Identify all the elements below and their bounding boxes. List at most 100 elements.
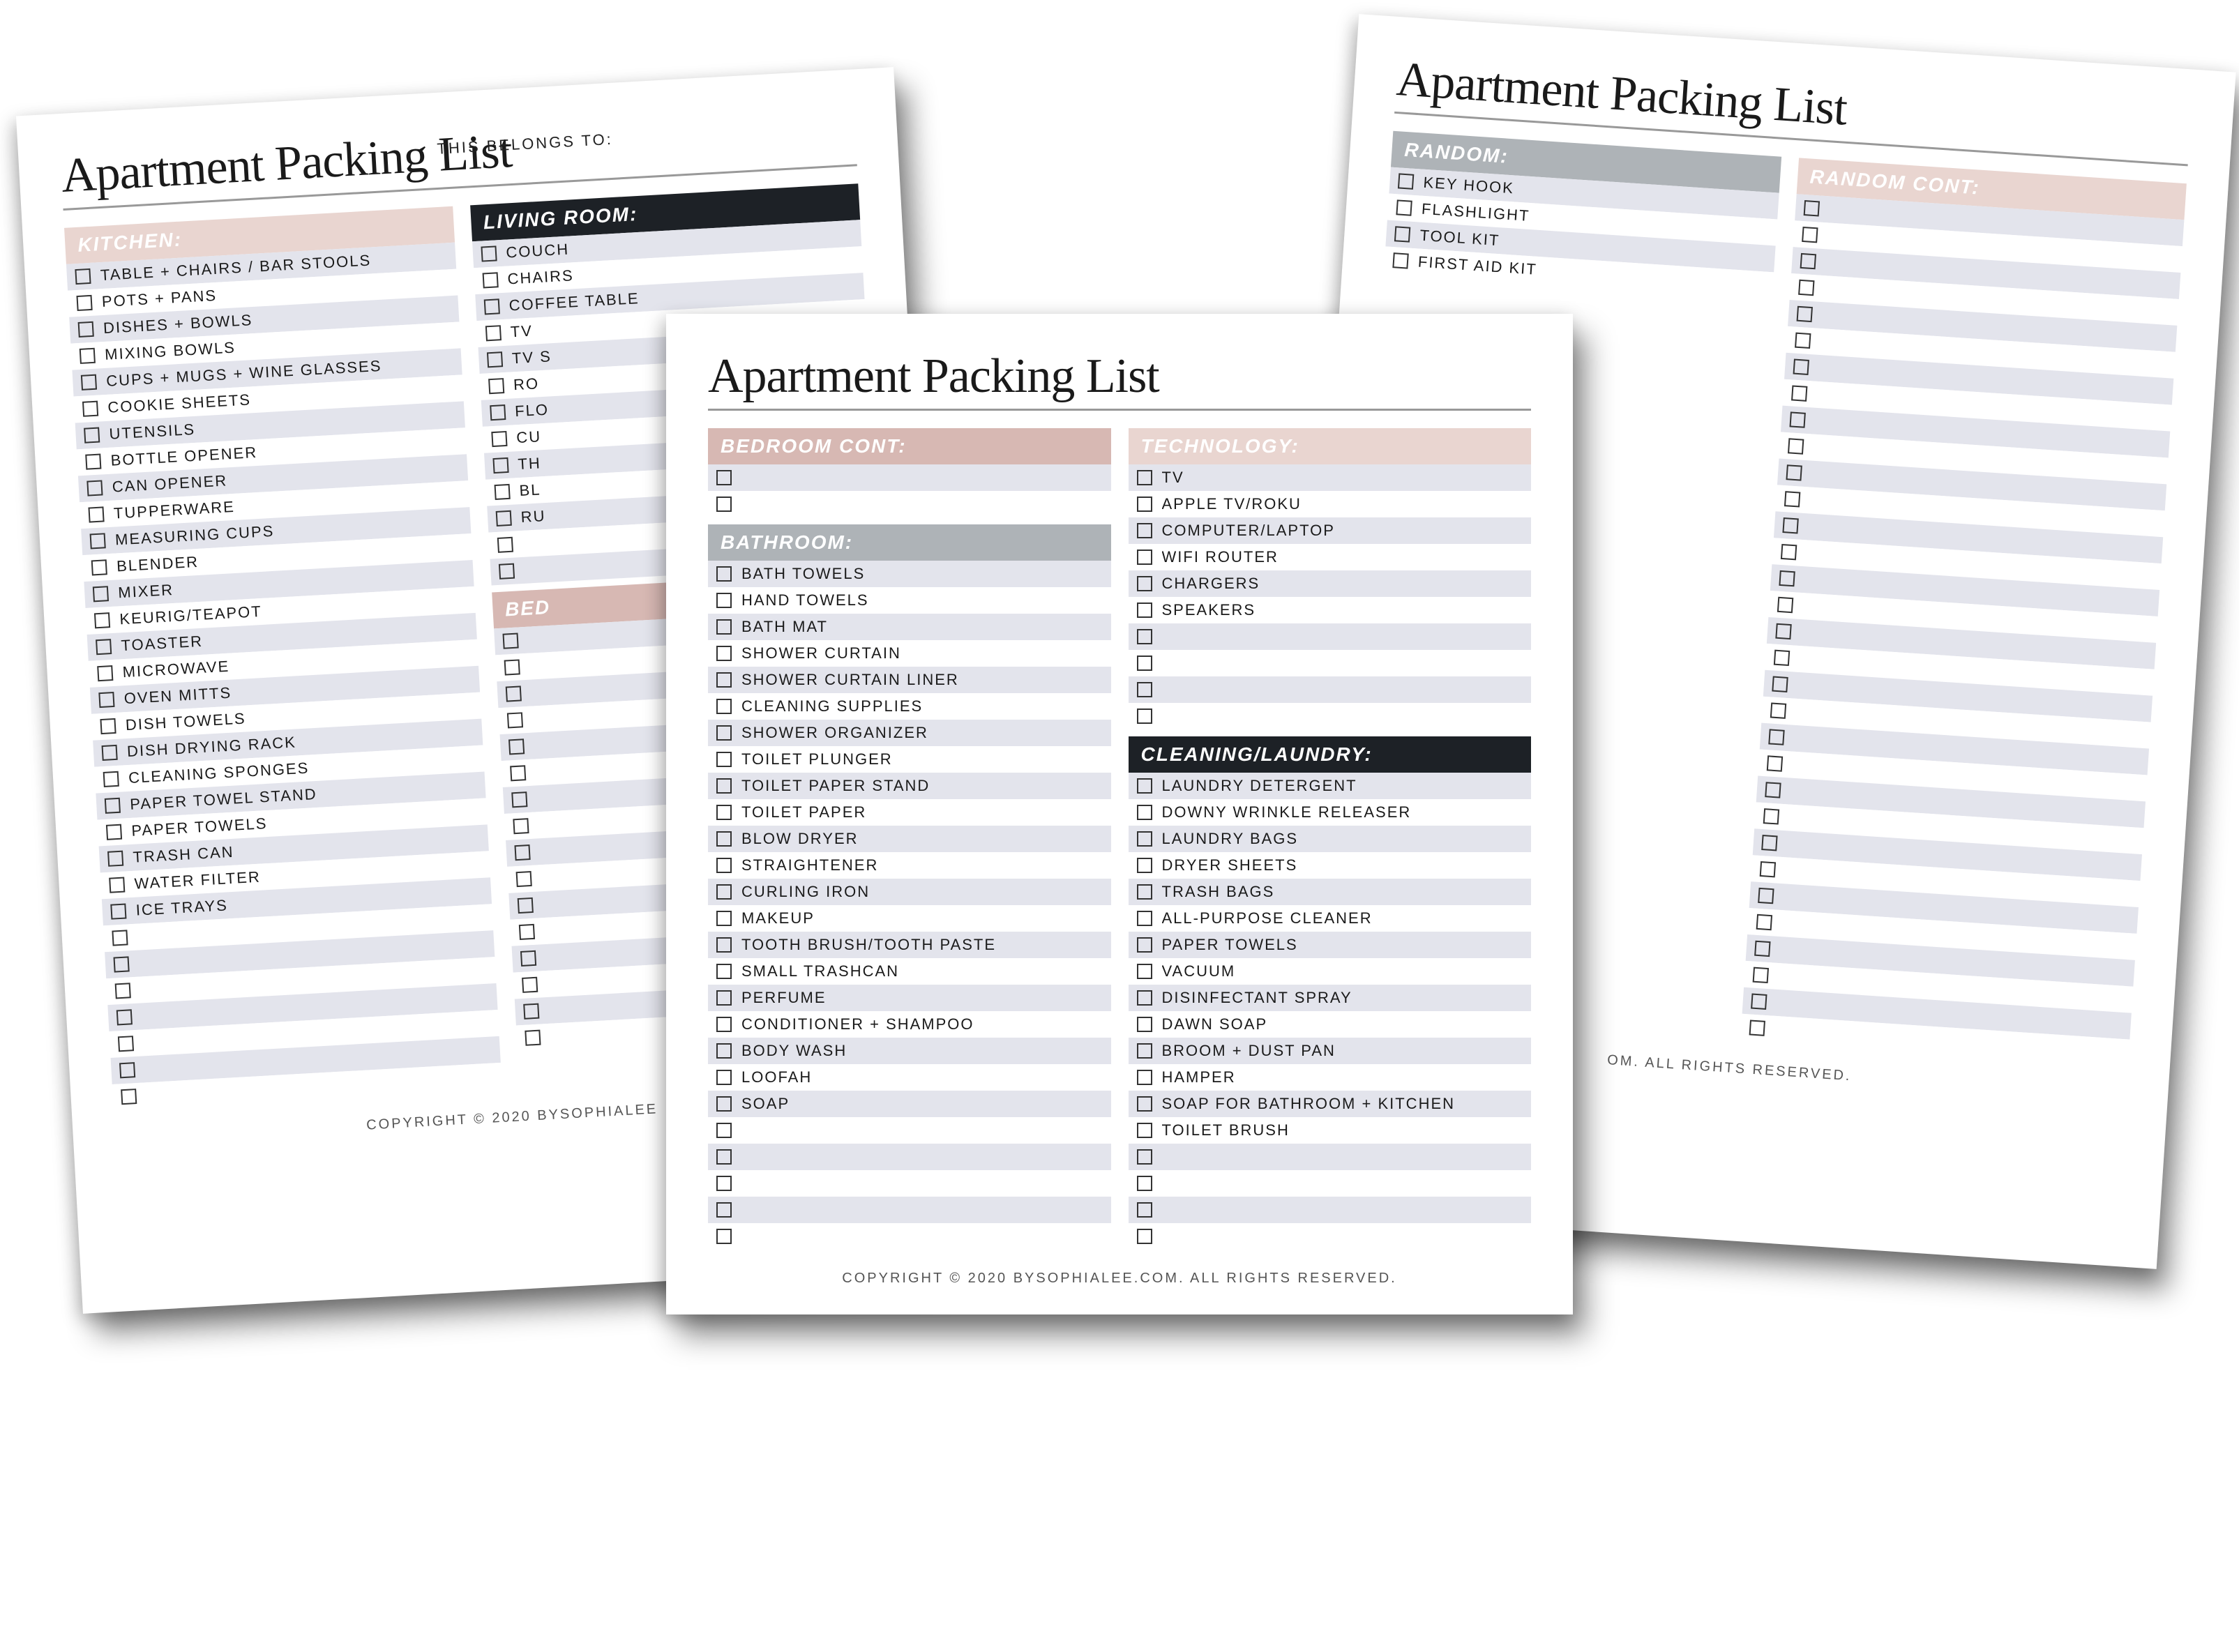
checkbox[interactable] [1137, 1043, 1152, 1059]
checkbox[interactable] [1780, 544, 1796, 560]
checkbox[interactable] [505, 685, 521, 702]
checkbox[interactable] [1137, 1070, 1152, 1085]
checkbox[interactable] [1137, 470, 1152, 485]
checkbox[interactable] [1758, 888, 1774, 904]
checkbox[interactable] [88, 506, 104, 522]
checkbox[interactable] [76, 295, 92, 311]
checkbox[interactable] [119, 1062, 135, 1078]
checkbox[interactable] [525, 1030, 541, 1046]
checkbox[interactable] [1137, 858, 1152, 873]
checkbox[interactable] [1392, 252, 1408, 268]
checkbox[interactable] [1787, 438, 1803, 454]
checkbox[interactable] [1137, 884, 1152, 900]
checkbox[interactable] [1137, 603, 1152, 618]
checkbox[interactable] [716, 725, 732, 741]
checkbox[interactable] [498, 563, 514, 579]
checkbox[interactable] [1800, 253, 1816, 269]
checkbox[interactable] [716, 470, 732, 485]
checkbox[interactable] [716, 497, 732, 512]
checkbox[interactable] [716, 1123, 732, 1138]
checkbox[interactable] [716, 1202, 732, 1218]
checkbox[interactable] [106, 824, 122, 840]
checkbox[interactable] [716, 646, 732, 661]
checkbox[interactable] [488, 378, 504, 394]
checkbox[interactable] [1137, 629, 1152, 644]
checkbox[interactable] [1802, 227, 1818, 243]
checkbox[interactable] [1777, 597, 1793, 613]
checkbox[interactable] [1798, 280, 1814, 296]
checkbox[interactable] [1779, 570, 1795, 586]
checkbox[interactable] [716, 911, 732, 926]
checkbox[interactable] [1791, 385, 1807, 401]
checkbox[interactable] [716, 937, 732, 953]
checkbox[interactable] [1137, 1202, 1152, 1218]
checkbox[interactable] [102, 745, 118, 761]
checkbox[interactable] [1137, 964, 1152, 979]
checkbox[interactable] [518, 924, 534, 940]
checkbox[interactable] [1759, 861, 1775, 877]
checkbox[interactable] [481, 245, 497, 262]
checkbox[interactable] [80, 348, 96, 364]
checkbox[interactable] [483, 298, 499, 315]
checkbox[interactable] [1751, 994, 1767, 1010]
checkbox[interactable] [1394, 226, 1410, 242]
checkbox[interactable] [520, 950, 536, 967]
checkbox[interactable] [1137, 576, 1152, 591]
checkbox[interactable] [513, 818, 529, 834]
checkbox[interactable] [716, 566, 732, 582]
checkbox[interactable] [1796, 306, 1812, 322]
checkbox[interactable] [482, 272, 498, 288]
checkbox[interactable] [490, 404, 506, 420]
checkbox[interactable] [716, 858, 732, 873]
checkbox[interactable] [91, 559, 107, 575]
checkbox[interactable] [1765, 782, 1781, 798]
checkbox[interactable] [716, 1176, 732, 1191]
checkbox[interactable] [1137, 911, 1152, 926]
checkbox[interactable] [121, 1089, 137, 1105]
checkbox[interactable] [75, 268, 91, 285]
checkbox[interactable] [1137, 656, 1152, 671]
checkbox[interactable] [97, 665, 113, 681]
checkbox[interactable] [1398, 173, 1414, 189]
checkbox[interactable] [1396, 199, 1412, 215]
checkbox[interactable] [716, 1043, 732, 1059]
checkbox[interactable] [508, 738, 524, 755]
checkbox[interactable] [486, 351, 502, 367]
checkbox[interactable] [1137, 523, 1152, 538]
checkbox[interactable] [716, 778, 732, 794]
checkbox[interactable] [1754, 941, 1770, 957]
checkbox[interactable] [514, 844, 530, 861]
checkbox[interactable] [497, 537, 513, 553]
checkbox[interactable] [100, 718, 116, 734]
checkbox[interactable] [1789, 411, 1805, 427]
checkbox[interactable] [511, 791, 527, 808]
checkbox[interactable] [510, 765, 526, 781]
checkbox[interactable] [716, 699, 732, 714]
checkbox[interactable] [96, 639, 112, 655]
checkbox[interactable] [1773, 650, 1789, 666]
checkbox[interactable] [716, 990, 732, 1006]
checkbox[interactable] [1137, 937, 1152, 953]
checkbox[interactable] [1137, 1229, 1152, 1244]
checkbox[interactable] [716, 752, 732, 767]
checkbox[interactable] [506, 712, 522, 728]
checkbox[interactable] [1752, 967, 1768, 983]
checkbox[interactable] [107, 851, 123, 867]
checkbox[interactable] [495, 510, 511, 526]
checkbox[interactable] [716, 884, 732, 900]
checkbox[interactable] [82, 401, 98, 417]
checkbox[interactable] [1761, 835, 1777, 851]
checkbox[interactable] [716, 1149, 732, 1165]
checkbox[interactable] [1784, 491, 1800, 507]
checkbox[interactable] [93, 586, 109, 602]
checkbox[interactable] [1137, 1096, 1152, 1112]
checkbox[interactable] [491, 431, 507, 447]
checkbox[interactable] [98, 692, 114, 708]
checkbox[interactable] [109, 877, 125, 893]
checkbox[interactable] [1772, 676, 1788, 692]
checkbox[interactable] [110, 903, 126, 919]
checkbox[interactable] [716, 1096, 732, 1112]
checkbox[interactable] [1137, 550, 1152, 565]
checkbox[interactable] [1786, 464, 1802, 480]
checkbox[interactable] [523, 1003, 539, 1020]
